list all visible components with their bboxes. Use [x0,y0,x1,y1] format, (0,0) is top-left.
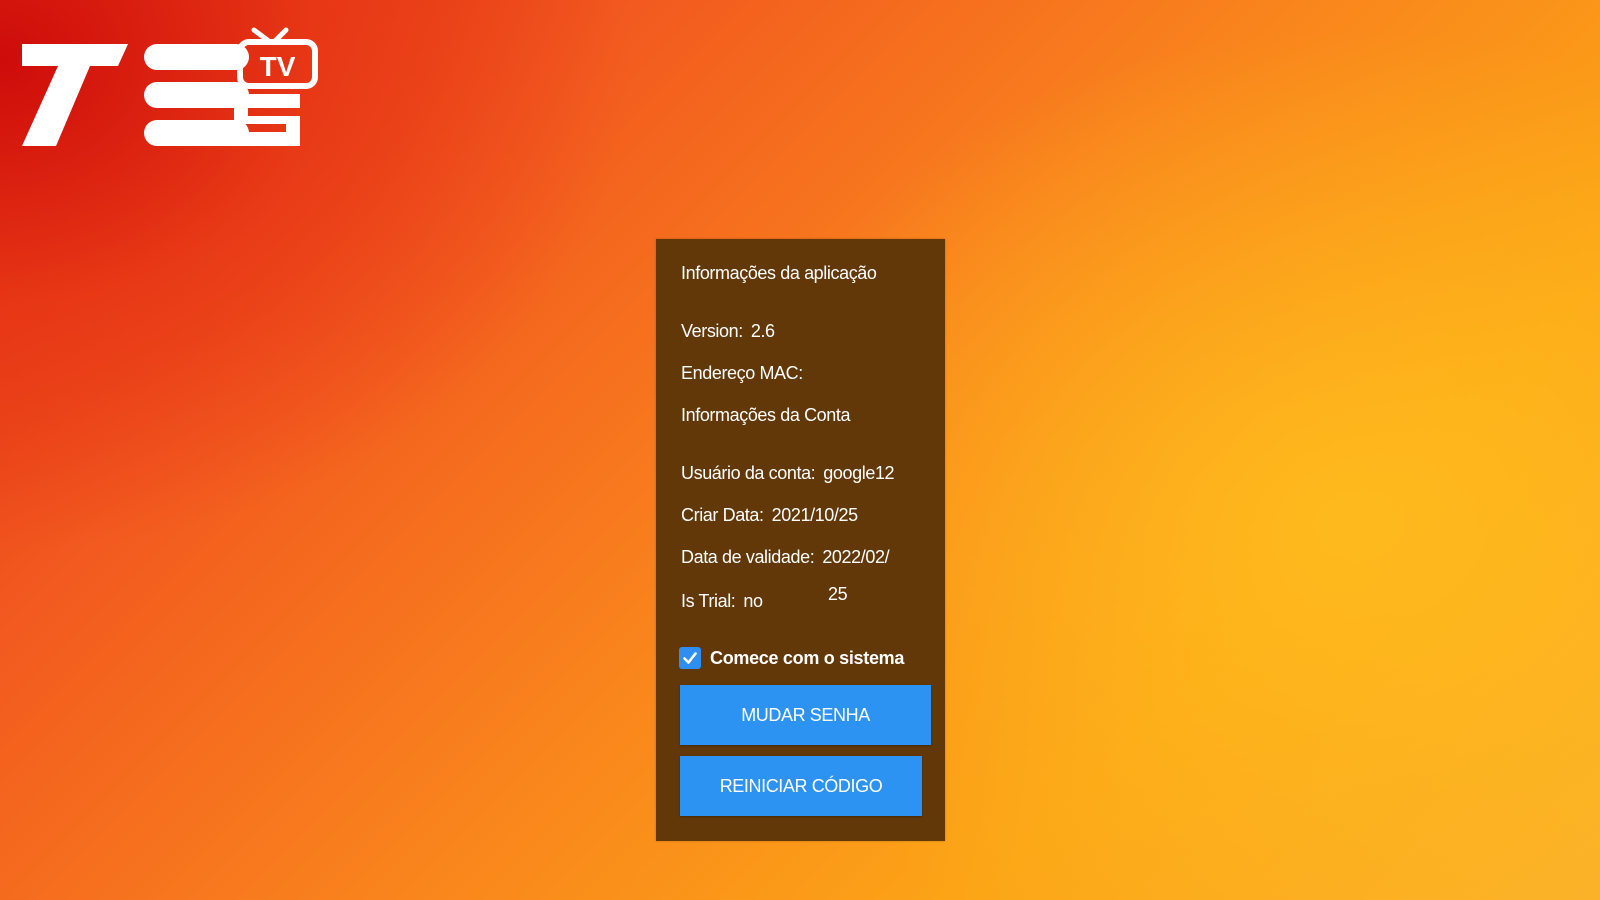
start-with-system-option[interactable]: Comece com o sistema [679,645,904,671]
created-date-row: Criar Data: 2021/10/25 [681,505,858,526]
created-date-value: 2021/10/25 [771,505,858,525]
trial-row: Is Trial: no [681,591,763,612]
version-row: Version: 2.6 [681,321,775,342]
logo-e-bar-bottom [144,120,249,146]
expiry-date-label: Data de validade: [681,547,815,567]
expiry-date-value-line2: 25 [828,584,848,604]
account-info-title: Informações da Conta [681,405,851,425]
app-info-title: Informações da aplicação [681,263,877,283]
logo-7es-tv-icon: TV [22,27,318,146]
logo-e-bar-top [144,44,249,70]
version-value: 2.6 [750,321,775,341]
app-logo: TV [18,26,323,150]
trial-value: no [743,591,763,611]
logo-tv-text: TV [260,51,296,82]
logo-seven-shape [22,44,128,146]
account-user-value: google12 [823,463,895,483]
mac-address-label: Endereço MAC: [681,363,803,383]
checkmark-icon [683,652,697,664]
reset-code-button[interactable]: REINICIAR CÓDIGO [680,756,922,816]
trial-label: Is Trial: [681,591,736,611]
expiry-date-value-line1: 2022/02/ [822,547,890,567]
created-date-label: Criar Data: [681,505,764,525]
version-label: Version: [681,321,743,341]
account-user-label: Usuário da conta: [681,463,816,483]
logo-s-shape [234,94,300,146]
start-with-system-label[interactable]: Comece com o sistema [710,648,904,669]
expiry-date-row: Data de validade: 2022/02/ [681,547,890,568]
start-with-system-checkbox[interactable] [679,647,701,669]
app-info-panel: Informações da aplicação Version: 2.6 End… [656,239,945,841]
logo-e-bar-mid [144,82,249,108]
change-password-button[interactable]: MUDAR SENHA [680,685,931,745]
account-user-row: Usuário da conta: google12 [681,463,895,484]
